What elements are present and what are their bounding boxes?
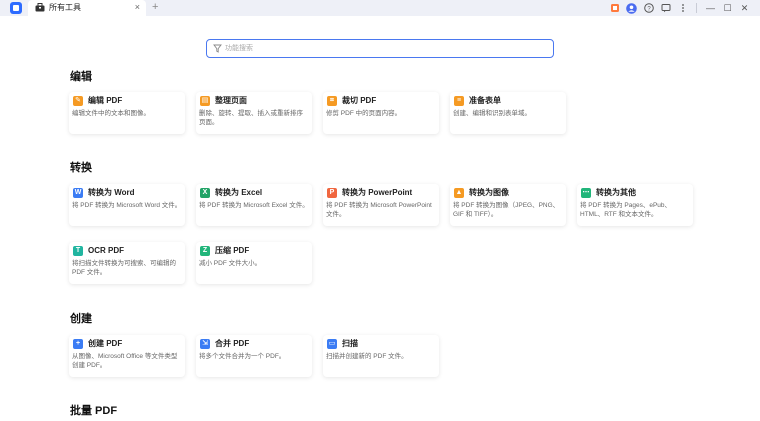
tool-card-description: 将扫描文件转换为可搜索、可编辑的 PDF 文件。	[72, 260, 176, 276]
plus-icon: +	[73, 339, 83, 349]
tool-card-title: 转换为图像	[469, 188, 509, 197]
tool-card-description: 编辑文件中的文本和图像。	[72, 110, 150, 117]
section-title: 编辑	[70, 71, 92, 83]
tool-card-description: 将 PDF 转换为 Pages、ePub、HTML、RTF 和文本文件。	[580, 202, 672, 218]
tab-label: 所有工具	[49, 3, 81, 12]
tool-card-description: 将 PDF 转换为 Microsoft Word 文件。	[72, 202, 182, 209]
section-title: 批量 PDF	[70, 405, 118, 417]
tool-card[interactable]: ▭ 扫描扫描并创建新的 PDF 文件。	[323, 335, 439, 377]
tool-card-title: 准备表单	[469, 96, 501, 105]
tab-all-tools[interactable]: 所有工具 ×	[28, 0, 146, 16]
compress-icon: Z	[200, 246, 210, 256]
pages-icon: ▤	[200, 96, 210, 106]
maximize-button[interactable]: ☐	[722, 3, 733, 14]
image-icon: ▲	[454, 188, 464, 198]
tool-card-title: 转换为 Excel	[215, 188, 263, 197]
tool-card-title: 裁切 PDF	[342, 96, 377, 105]
form-icon: ≡	[454, 96, 464, 106]
tool-card-description: 扫描并创建新的 PDF 文件。	[326, 353, 408, 360]
account-icon[interactable]	[626, 2, 637, 14]
ocr-icon: T	[73, 246, 83, 256]
tool-card-description: 将多个文件合并为一个 PDF。	[199, 353, 286, 360]
title-bar-separator	[696, 3, 697, 13]
new-tab-button[interactable]: +	[152, 1, 158, 14]
tool-card[interactable]: W 转换为 Word 将 PDF 转换为 Microsoft Word 文件。	[69, 184, 185, 226]
minimize-button[interactable]: —	[705, 3, 716, 14]
app-logo	[10, 2, 22, 14]
crop-icon: ⌗	[327, 96, 337, 106]
tool-card-description: 将 PDF 转换为图像（JPEG、PNG、GIF 和 TIFF）。	[453, 202, 560, 218]
more-options-icon[interactable]	[677, 3, 688, 14]
title-bar: 所有工具 × + ? — ☐ ✕	[0, 0, 760, 16]
tool-card-title: 创建 PDF	[88, 339, 123, 348]
section-title: 转换	[70, 162, 92, 174]
tool-card[interactable]: ≡ 准备表单创建、编辑和识别表单域。	[450, 92, 566, 134]
help-icon[interactable]: ?	[643, 3, 654, 14]
search-icon	[213, 44, 222, 53]
tab-close-button[interactable]: ×	[135, 2, 140, 13]
tool-card[interactable]: ⋯ 转换为其他将 PDF 转换为 Pages、ePub、HTML、RTF 和文本文…	[577, 184, 693, 226]
tool-card-description: 将 PDF 转换为 Microsoft PowerPoint 文件。	[326, 202, 432, 218]
tool-card-description: 修剪 PDF 中的页面内容。	[326, 110, 402, 117]
tool-card-title: 转换为 PowerPoint	[342, 188, 413, 197]
tool-card-title: 转换为其他	[596, 188, 636, 197]
tool-card[interactable]: ⌗ 裁切 PDF 修剪 PDF 中的页面内容。	[323, 92, 439, 134]
tool-card[interactable]: P 转换为 PowerPoint 将 PDF 转换为 Microsoft Power…	[323, 184, 439, 226]
tool-card[interactable]: ▤ 整理页面删除、旋转、提取、插入或重新排序页面。	[196, 92, 312, 134]
tool-card-description: 删除、旋转、提取、插入或重新排序页面。	[199, 110, 303, 126]
tool-card-description: 创建、编辑和识别表单域。	[453, 110, 531, 117]
tool-card[interactable]: ▲ 转换为图像将 PDF 转换为图像（JPEG、PNG、GIF 和 TIFF）。	[450, 184, 566, 226]
word-icon: W	[73, 188, 83, 198]
tool-card-description: 减小 PDF 文件大小。	[199, 260, 262, 267]
pencil-icon: ✎	[73, 96, 83, 106]
tool-card-title: 转换为 Word	[88, 188, 135, 197]
tool-search-box[interactable]	[206, 39, 554, 58]
title-bar-actions: ? — ☐ ✕	[609, 1, 750, 15]
merge-icon: ⇲	[200, 339, 210, 349]
tool-card-title: 编辑 PDF	[88, 96, 123, 105]
feedback-icon[interactable]	[660, 3, 671, 14]
tool-card-title: 整理页面	[215, 96, 247, 105]
scan-icon: ▭	[327, 339, 337, 349]
tool-card-title: 合并 PDF	[215, 339, 250, 348]
tool-card-description: 将 PDF 转换为 Microsoft Excel 文件。	[199, 202, 309, 209]
toolbox-icon	[35, 3, 45, 12]
excel-icon: X	[200, 188, 210, 198]
search-input[interactable]	[225, 42, 545, 55]
tool-card[interactable]: T OCR PDF 将扫描文件转换为可搜索、可编辑的 PDF 文件。	[69, 242, 185, 284]
more-formats-icon: ⋯	[581, 188, 591, 198]
section-title: 创建	[70, 313, 92, 325]
tool-card[interactable]: + 创建 PDF 从图像、Microsoft Office 等文件类型创建 PDF。	[69, 335, 185, 377]
tool-card[interactable]: ✎ 编辑 PDF 编辑文件中的文本和图像。	[69, 92, 185, 134]
tool-card[interactable]: X 转换为 Excel 将 PDF 转换为 Microsoft Excel 文件。	[196, 184, 312, 226]
close-window-button[interactable]: ✕	[739, 3, 750, 14]
notification-icon[interactable]	[609, 3, 620, 14]
powerpoint-icon: P	[327, 188, 337, 198]
tool-card-title: OCR PDF	[88, 246, 124, 255]
tool-card-title: 压缩 PDF	[215, 246, 250, 255]
tool-card[interactable]: ⇲ 合并 PDF 将多个文件合并为一个 PDF。	[196, 335, 312, 377]
tool-card-description: 从图像、Microsoft Office 等文件类型创建 PDF。	[72, 353, 178, 369]
tool-card-title: 扫描	[342, 339, 358, 348]
tool-card[interactable]: Z 压缩 PDF 减小 PDF 文件大小。	[196, 242, 312, 284]
